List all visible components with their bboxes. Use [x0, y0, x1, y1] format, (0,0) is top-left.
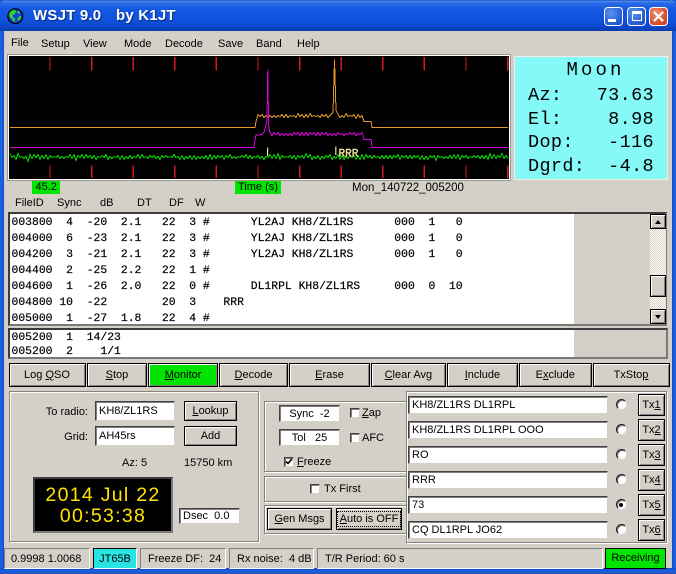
svg-text:RRR: RRR [339, 149, 359, 161]
